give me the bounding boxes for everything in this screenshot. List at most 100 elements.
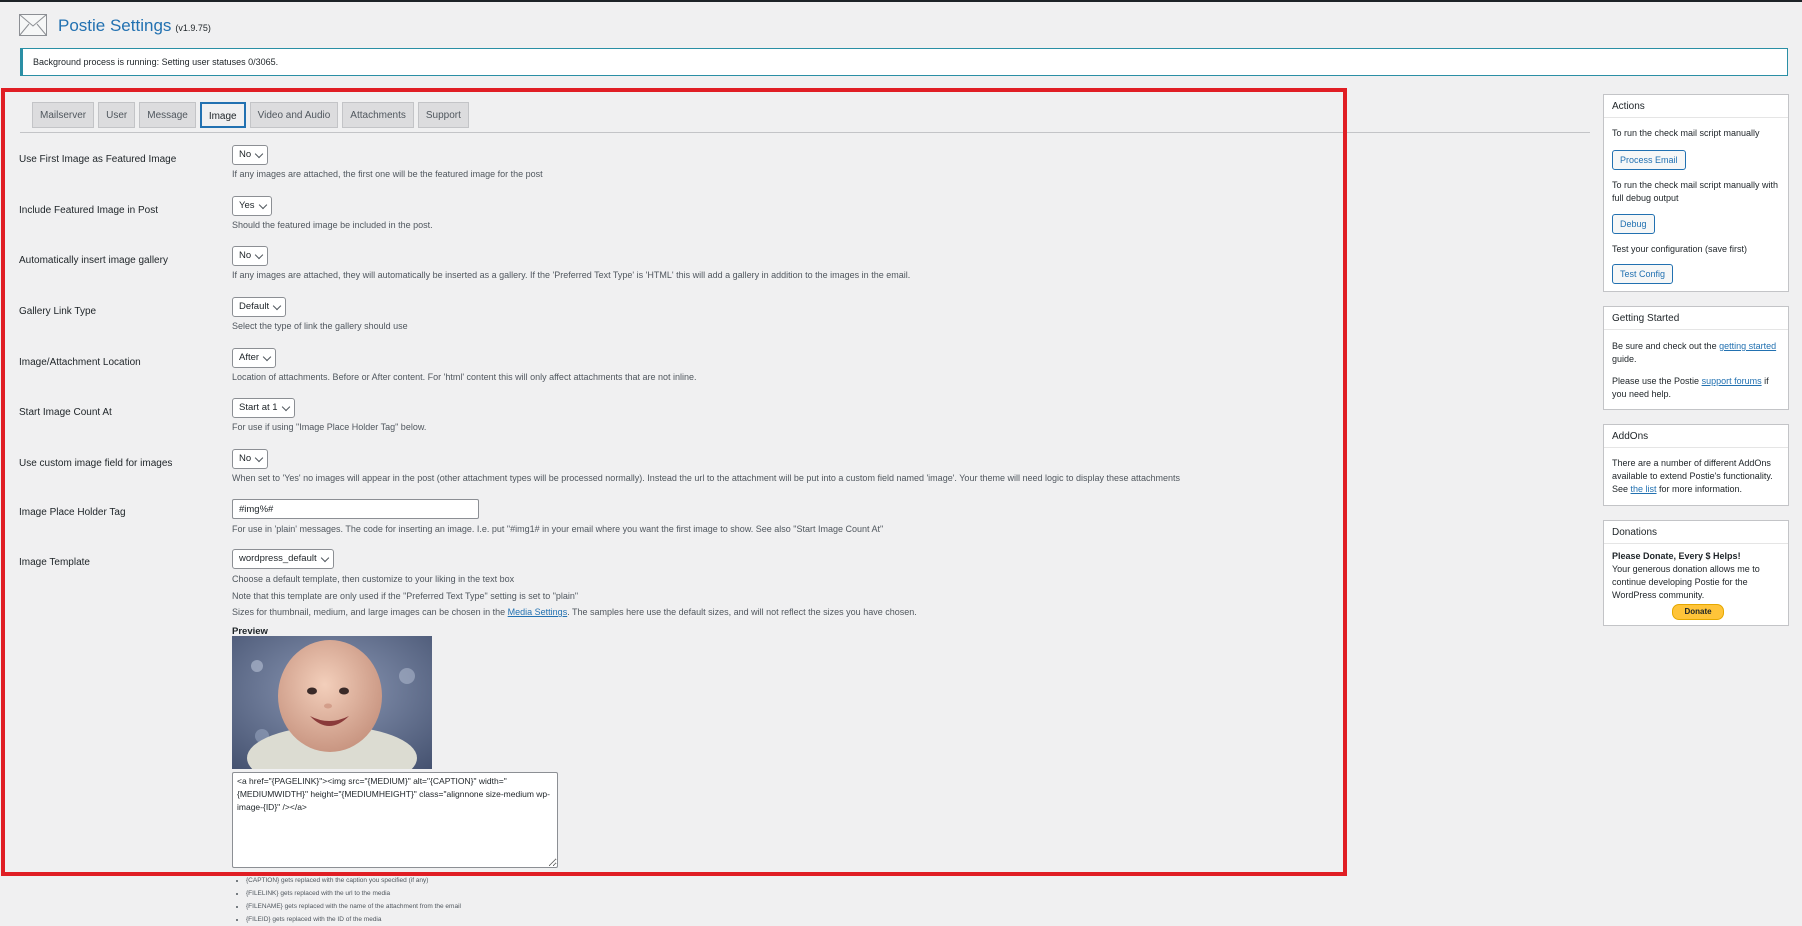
- template-desc-1: Choose a default template, then customiz…: [232, 574, 515, 584]
- include-featured-label: Include Featured Image in Post: [19, 205, 158, 216]
- tab-divider: [20, 132, 1590, 133]
- chevron-down-icon: [254, 149, 264, 159]
- tab-image[interactable]: Image: [199, 102, 246, 128]
- tab-attachments[interactable]: Attachments: [342, 102, 414, 128]
- placeholder-tag-desc: For use in 'plain' messages. The code fo…: [232, 524, 884, 534]
- custom-field-desc: When set to 'Yes' no images will appear …: [232, 473, 1181, 483]
- auto-gallery-label: Automatically insert image gallery: [19, 255, 168, 266]
- featured-first-select[interactable]: No: [232, 145, 269, 165]
- start-count-select[interactable]: Start at 1: [232, 398, 295, 418]
- chevron-down-icon: [320, 553, 329, 563]
- getting-started-link[interactable]: getting started: [1719, 341, 1776, 351]
- placeholder-tag-label: Image Place Holder Tag: [19, 507, 126, 518]
- getting-started-title: Getting Started: [1612, 313, 1680, 324]
- featured-first-label: Use First Image as Featured Image: [19, 154, 177, 165]
- auto-gallery-select[interactable]: No: [232, 246, 269, 266]
- actions-text-1: To run the check mail script manually: [1612, 128, 1760, 138]
- start-count-desc: For use if using "Image Place Holder Tag…: [232, 422, 427, 432]
- addons-text-post: for more information.: [1656, 484, 1743, 494]
- getting-started-text-2: Please use the Postie support forums if …: [1612, 375, 1784, 401]
- gallery-link-desc: Select the type of link the gallery shou…: [232, 321, 408, 331]
- tab-support[interactable]: Support: [417, 102, 469, 128]
- addons-text: There are a number of different AddOns a…: [1612, 457, 1784, 496]
- custom-field-select[interactable]: No: [232, 449, 269, 469]
- getting-started-text-1-post: guide.: [1612, 354, 1637, 364]
- addons-list-link[interactable]: the list: [1631, 484, 1657, 494]
- media-settings-link[interactable]: Media Settings: [508, 607, 568, 617]
- page-title-text: Postie Settings: [58, 16, 172, 35]
- donations-title: Donations: [1612, 527, 1658, 538]
- tag-caption-help: {CAPTION} gets replaced with the caption…: [246, 874, 461, 887]
- baby-photo-preview: [232, 636, 432, 769]
- chevron-down-icon: [254, 453, 264, 463]
- image-template-select[interactable]: wordpress_default: [232, 549, 334, 569]
- chevron-down-icon: [258, 200, 267, 210]
- donations-box: Donations Please Donate, Every $ Helps! …: [1603, 520, 1789, 626]
- debug-button[interactable]: Debug: [1612, 214, 1655, 234]
- tag-filename-help: {FILENAME} gets replaced with the name o…: [246, 900, 461, 913]
- envelope-icon: [19, 14, 47, 36]
- actions-title: Actions: [1612, 101, 1645, 112]
- tab-video-and-audio[interactable]: Video and Audio: [249, 102, 339, 128]
- page-title: Postie Settings (v1.9.75): [58, 16, 211, 36]
- donate-button[interactable]: Donate: [1672, 604, 1724, 620]
- donations-divider: [1604, 543, 1788, 544]
- start-count-value: Start at 1: [239, 402, 278, 413]
- getting-started-box: Getting Started Be sure and check out th…: [1603, 306, 1789, 410]
- settings-tabs: Mailserver User Message Image Video and …: [32, 102, 469, 131]
- version-label: (v1.9.75): [175, 23, 211, 33]
- addons-title: AddOns: [1612, 431, 1649, 442]
- chevron-down-icon: [254, 250, 264, 260]
- admin-top-edge: [0, 0, 1802, 2]
- image-template-label: Image Template: [19, 557, 90, 568]
- addons-box: AddOns There are a number of different A…: [1603, 424, 1789, 506]
- test-config-button[interactable]: Test Config: [1612, 264, 1674, 284]
- template-desc-2: Note that this template are only used if…: [232, 591, 579, 601]
- getting-started-text-1-pre: Be sure and check out the: [1612, 341, 1720, 351]
- addons-divider: [1604, 447, 1788, 448]
- gallery-link-select[interactable]: Default: [232, 297, 287, 317]
- attachment-location-desc: Location of attachments. Before or After…: [232, 372, 697, 382]
- template-desc-3-text: Sizes for thumbnail, medium, and large i…: [232, 607, 508, 617]
- featured-first-value: No: [239, 149, 252, 160]
- auto-gallery-value: No: [239, 250, 252, 261]
- gallery-link-value: Default: [239, 301, 270, 312]
- tab-message[interactable]: Message: [139, 102, 196, 128]
- actions-text-2: To run the check mail script manually wi…: [1612, 180, 1779, 203]
- getting-started-text-2-pre: Please use the Postie: [1612, 376, 1702, 386]
- placeholder-tag-input[interactable]: [232, 499, 479, 519]
- tab-mailserver[interactable]: Mailserver: [32, 102, 95, 128]
- custom-field-label: Use custom image field for images: [19, 458, 173, 469]
- gallery-link-label: Gallery Link Type: [19, 306, 97, 317]
- template-tags-help: {CAPTION} gets replaced with the caption…: [232, 874, 461, 926]
- include-featured-value: Yes: [239, 200, 255, 211]
- template-code-textarea[interactable]: <a href="{PAGELINK}"><img src="{MEDIUM}"…: [232, 772, 558, 868]
- tab-user[interactable]: User: [98, 102, 136, 128]
- chevron-down-icon: [272, 301, 282, 311]
- donations-text: Your generous donation allows me to cont…: [1612, 564, 1760, 600]
- actions-box: Actions To run the check mail script man…: [1603, 94, 1789, 292]
- process-email-button[interactable]: Process Email: [1612, 150, 1686, 170]
- chevron-down-icon: [262, 352, 272, 362]
- getting-started-divider: [1604, 329, 1788, 330]
- include-featured-select[interactable]: Yes: [232, 196, 272, 216]
- custom-field-value: No: [239, 453, 252, 464]
- attachment-location-select[interactable]: After: [232, 348, 277, 368]
- donations-headline: Please Donate, Every $ Helps!: [1612, 551, 1741, 561]
- template-desc-3-tail: . The samples here use the default sizes…: [567, 607, 917, 617]
- attachment-location-label: Image/Attachment Location: [19, 357, 141, 368]
- chevron-down-icon: [281, 402, 290, 412]
- auto-gallery-desc: If any images are attached, they will au…: [232, 270, 911, 280]
- attachment-location-value: After: [239, 352, 260, 363]
- getting-started-text-1: Be sure and check out the getting starte…: [1612, 340, 1784, 366]
- tag-fileid-help: {FILEID} gets replaced with the ID of th…: [246, 913, 461, 926]
- start-count-label: Start Image Count At: [19, 407, 112, 418]
- template-desc-3: Sizes for thumbnail, medium, and large i…: [232, 607, 917, 617]
- support-forums-link[interactable]: support forums: [1702, 376, 1762, 386]
- featured-first-desc: If any images are attached, the first on…: [232, 169, 543, 179]
- notice-text: Background process is running: Setting u…: [33, 57, 279, 67]
- tag-filelink-help: {FILELINK} gets replaced with the url to…: [246, 887, 461, 900]
- actions-text-3: Test your configuration (save first): [1612, 244, 1748, 254]
- include-featured-desc: Should the featured image be included in…: [232, 220, 433, 230]
- image-template-value: wordpress_default: [239, 553, 317, 564]
